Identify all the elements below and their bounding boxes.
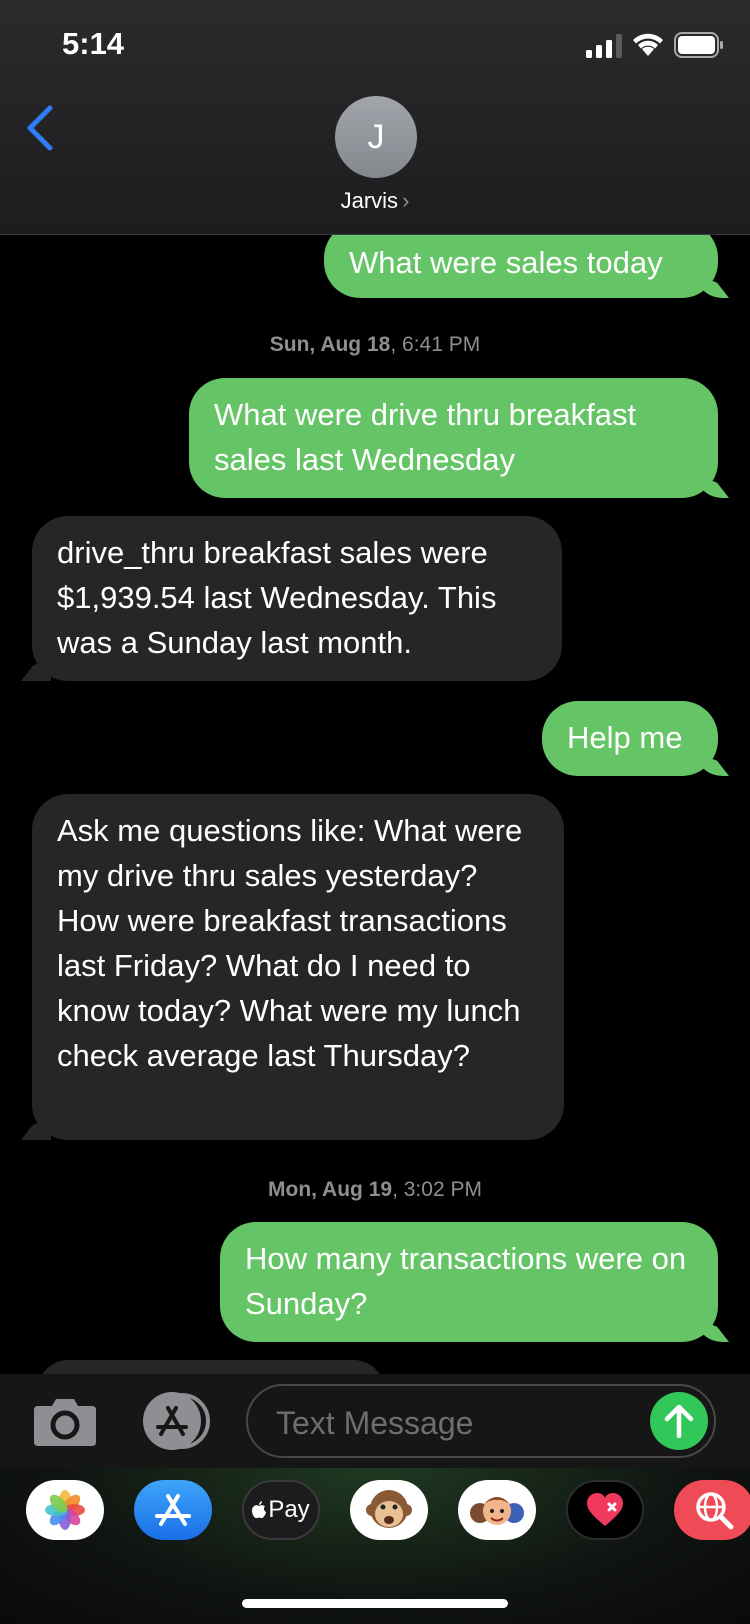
avatar-initial: J xyxy=(367,117,385,156)
imessage-app-drawer: Pay xyxy=(0,1468,750,1624)
send-button[interactable] xyxy=(650,1392,708,1450)
conversation-header: 5:14 J Jarvis › xyxy=(0,0,750,235)
chevron-right-icon: › xyxy=(402,188,410,213)
camera-icon[interactable] xyxy=(34,1396,96,1446)
message-text: How many transactions were on Sunday? xyxy=(245,1241,687,1321)
incoming-message-partial[interactable] xyxy=(38,1360,384,1374)
chevron-left-icon[interactable] xyxy=(22,100,58,156)
battery-icon xyxy=(674,32,723,58)
incoming-message[interactable]: Ask me questions like: What were my driv… xyxy=(32,794,564,1140)
outgoing-message[interactable]: Help me xyxy=(542,701,718,776)
apple-pay-label: Pay xyxy=(268,1496,310,1523)
digital-touch-app-button[interactable] xyxy=(566,1480,644,1540)
globe-search-icon xyxy=(696,1492,734,1530)
outgoing-message[interactable]: What were drive thru breakfast sales las… xyxy=(189,378,718,498)
images-search-app-button[interactable] xyxy=(674,1480,750,1540)
message-text: Help me xyxy=(567,720,683,755)
message-text: What were drive thru breakfast sales las… xyxy=(214,397,637,477)
memoji-icon xyxy=(470,1497,524,1525)
message-input[interactable] xyxy=(274,1400,648,1446)
home-indicator[interactable] xyxy=(242,1599,508,1608)
wifi-icon xyxy=(633,33,663,56)
animoji-app-button[interactable] xyxy=(350,1480,428,1540)
apple-pay-app-button[interactable]: Pay xyxy=(242,1480,320,1540)
photos-app-button[interactable] xyxy=(26,1480,104,1540)
cellular-signal-icon xyxy=(586,34,622,58)
monkey-icon xyxy=(366,1490,412,1528)
heart-icon xyxy=(587,1493,623,1526)
contact-name-button[interactable]: Jarvis › xyxy=(0,188,750,214)
contact-avatar[interactable]: J xyxy=(335,96,417,178)
message-text: drive_thru breakfast sales were $1,939.5… xyxy=(57,535,497,660)
photos-icon xyxy=(45,1490,85,1530)
outgoing-message[interactable]: How many transactions were on Sunday? xyxy=(220,1222,718,1342)
timestamp-day: Mon, Aug 19 xyxy=(268,1178,393,1201)
status-time: 5:14 xyxy=(62,26,125,61)
incoming-message[interactable]: drive_thru breakfast sales were $1,939.5… xyxy=(32,516,562,681)
message-text: What were sales today xyxy=(349,245,663,280)
app-store-app-button[interactable] xyxy=(134,1480,212,1540)
message-text: Ask me questions like: What were my driv… xyxy=(57,813,523,1073)
timestamp-time: , 6:41 PM xyxy=(390,333,481,356)
timestamp: Mon, Aug 19, 3:02 PM xyxy=(0,1178,750,1202)
app-store-icon xyxy=(155,1494,191,1526)
apple-pay-icon xyxy=(252,1501,267,1519)
contact-name: Jarvis xyxy=(340,188,399,213)
memoji-app-button[interactable] xyxy=(458,1480,536,1540)
compose-bar xyxy=(0,1374,750,1468)
arrow-up-icon xyxy=(664,1404,694,1438)
message-text-field[interactable] xyxy=(246,1384,716,1458)
timestamp-time: , 3:02 PM xyxy=(392,1178,482,1201)
app-store-icon[interactable] xyxy=(140,1392,212,1450)
timestamp: Sun, Aug 18, 6:41 PM xyxy=(0,333,750,357)
timestamp-day: Sun, Aug 18 xyxy=(269,333,391,356)
